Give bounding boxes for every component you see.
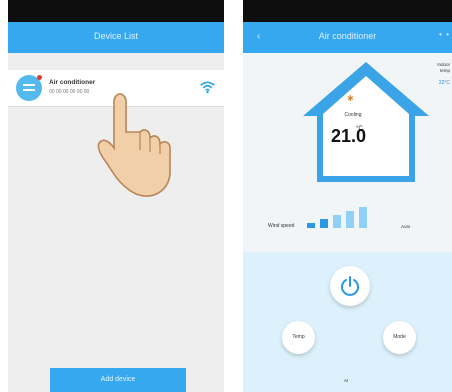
nav-bar: ‹ Air conditioner • • [243, 22, 452, 53]
add-device-button[interactable]: Add device [50, 368, 186, 392]
mode-button[interactable]: Mode [383, 321, 416, 354]
status-bar [243, 0, 452, 22]
indoor-temp-label: Indoor temp [437, 62, 450, 73]
wind-speed-label: Wind speed [268, 223, 295, 229]
status-bar [8, 0, 224, 22]
wind-speed-auto-label: Auto [401, 224, 411, 229]
nav-bar: Device List [8, 22, 224, 53]
pointing-hand-icon [97, 93, 171, 197]
house-display [303, 62, 429, 182]
device-name: Air conditioner [49, 79, 96, 86]
page-title: Air conditioner [318, 31, 377, 41]
wind-speed-bar-1[interactable] [307, 223, 315, 228]
bottom-label: AI [344, 378, 349, 383]
wind-speed-bar-3[interactable] [333, 215, 341, 228]
mode-label: Cooling [344, 112, 362, 118]
device-subtitle: 00 00 00 00 00 00 [49, 89, 90, 95]
device-list-screen: Device List Air conditioner 00 00 00 00 … [8, 0, 224, 392]
page-title: Device List [93, 31, 138, 41]
wifi-icon [200, 81, 215, 94]
cooling-icon: ✱ [347, 94, 354, 103]
air-conditioner-screen: ‹ Air conditioner • • ✱ Cooling 21.0 °C … [243, 0, 452, 392]
more-icon[interactable]: • • [439, 30, 450, 39]
wind-speed-bar-2[interactable] [320, 219, 328, 228]
power-button[interactable] [330, 266, 370, 306]
temp-button[interactable]: Temp [282, 321, 315, 354]
power-icon [341, 276, 359, 296]
notification-dot [37, 75, 42, 80]
wind-speed-bars[interactable] [307, 206, 387, 228]
wind-speed-bar-4[interactable] [346, 211, 354, 228]
wind-speed-bar-5[interactable] [359, 207, 367, 228]
temperature-unit: °C [356, 126, 363, 132]
indoor-temp-value: 22°C [438, 80, 450, 86]
